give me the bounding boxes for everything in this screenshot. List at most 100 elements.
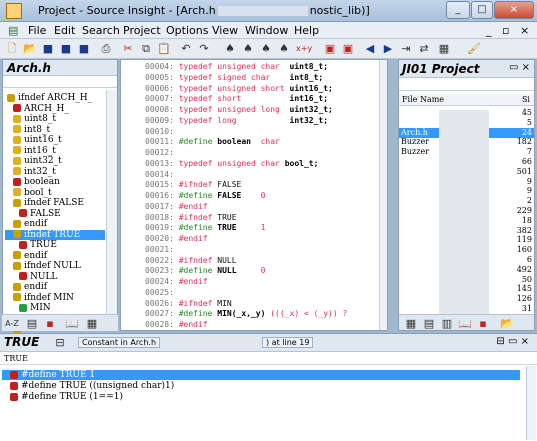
code-line: 00006: typedef unsigned short uint16_t; [145, 83, 333, 94]
symbol-item[interactable]: uint32_t [5, 156, 105, 166]
back-icon[interactable]: ◀ [362, 41, 378, 56]
undo-icon[interactable]: ↶ [178, 41, 194, 56]
close-button[interactable]: × [494, 1, 534, 19]
menu-project[interactable]: Project [123, 24, 161, 37]
symbol-item[interactable]: ARCH_H_ [5, 104, 105, 114]
sort-az-icon[interactable]: A-Z [4, 316, 20, 331]
code-editor[interactable]: 00004: typedef unsigned char uint8_t; 000… [120, 59, 388, 331]
copy-icon[interactable]: ⧉ [138, 41, 154, 56]
project-options-icon[interactable]: 📂 [499, 316, 515, 330]
open-folder-icon[interactable]: 📂 [22, 41, 38, 56]
symbol-item[interactable]: FALSE [5, 209, 105, 219]
bookmark-list-icon[interactable]: ▣ [340, 41, 356, 56]
symbol-icon[interactable]: ▦ [436, 41, 452, 56]
symbol-item[interactable]: int8_t [5, 125, 105, 135]
find-next-icon[interactable]: ♠ [240, 41, 256, 56]
menu-view[interactable]: View [212, 24, 238, 37]
maximize-button[interactable]: □ [471, 1, 493, 19]
context-search-field[interactable]: TRUE [0, 353, 537, 365]
file-size: 126 [516, 294, 532, 304]
symbol-item[interactable]: int16_t [5, 146, 105, 156]
paste-icon[interactable]: 📋 [156, 41, 172, 56]
symbol-item[interactable]: endif [5, 251, 105, 261]
code-line: 00008: typedef unsigned long uint32_t; [145, 104, 333, 115]
project-window-controls[interactable]: ▭ × [509, 62, 530, 73]
bookmark-icon[interactable]: ▣ [322, 41, 338, 56]
list-view-icon[interactable]: ▤ [24, 316, 40, 331]
project-folders-icon[interactable]: ▥ [439, 316, 455, 330]
mdi-minimize-button[interactable]: _ [486, 24, 492, 37]
menu-options[interactable]: Options [166, 24, 208, 37]
menu-edit[interactable]: Edit [54, 24, 75, 37]
close-file-icon[interactable]: ■ [76, 41, 92, 56]
code-line: 00027: #define MIN(_x,_y) (((_x) < (_y))… [145, 308, 347, 319]
define-icon [19, 272, 27, 280]
symbol-item[interactable]: TRUE [5, 240, 105, 250]
context-scrollbar[interactable] [526, 366, 536, 440]
mdi-close-button[interactable]: × [520, 24, 529, 37]
project-filter-input[interactable] [399, 79, 534, 91]
symbol-item[interactable]: MIN [5, 303, 105, 313]
find-files-icon[interactable]: ♠ [276, 41, 292, 56]
replace-icon[interactable]: x+y [296, 41, 312, 56]
symbol-item[interactable]: boolean [5, 177, 105, 187]
symbol-item[interactable]: bool_t [5, 188, 105, 198]
column-size[interactable]: Si [522, 95, 530, 104]
context-result[interactable]: #define TRUE ((unsigned char)1) [2, 381, 520, 391]
line-number: 00025: [145, 287, 179, 297]
menu-search[interactable]: Search [82, 24, 120, 37]
symbol-item[interactable]: int32_t [5, 167, 105, 177]
browse-icon[interactable]: ⇄ [416, 41, 432, 56]
menu-window[interactable]: Window [245, 24, 288, 37]
save-icon[interactable]: ■ [40, 41, 56, 56]
forward-icon[interactable]: ▶ [380, 41, 396, 56]
project-files-icon[interactable]: ▦ [403, 316, 419, 330]
context-result-text: #define TRUE ((unsigned char)1) [21, 381, 175, 391]
categories-icon[interactable]: ▪ [42, 316, 58, 331]
symbol-item[interactable]: ifndef FALSE [5, 198, 105, 208]
symbol-item[interactable]: uint16_t [5, 135, 105, 145]
find-prev-icon[interactable]: ♠ [258, 41, 274, 56]
symbol-label: ifndef FALSE [24, 198, 84, 208]
line-number: 00005: [145, 72, 179, 82]
file-name: Buzzer [401, 147, 430, 157]
symbol-item[interactable]: uint8_t [5, 114, 105, 124]
type-icon [13, 188, 21, 196]
project-categories-icon[interactable]: ▪ [475, 316, 491, 330]
column-file-name[interactable]: File Name [402, 95, 444, 104]
context-lock-icon[interactable]: ⊟ [52, 335, 68, 350]
file-size: 18 [521, 215, 532, 225]
symbol-item[interactable]: ifndef NULL [5, 261, 105, 271]
find-icon[interactable]: ♠ [222, 41, 238, 56]
symbol-item[interactable]: endif [5, 219, 105, 229]
context-result[interactable]: #define TRUE (1==1) [2, 392, 520, 402]
symbol-item[interactable]: ifndef TRUE [5, 229, 105, 240]
redo-icon[interactable]: ↷ [196, 41, 212, 56]
menu-file[interactable]: File [28, 24, 46, 37]
cut-icon[interactable]: ✂ [120, 41, 136, 56]
context-result[interactable]: #define TRUE 1 [2, 370, 520, 380]
menu-help[interactable]: Help [294, 24, 319, 37]
editor-scrollbar[interactable] [379, 60, 387, 330]
paint-icon[interactable]: 🖌 [466, 41, 482, 56]
symbol-scrollbar[interactable] [106, 90, 117, 330]
symbol-options-icon[interactable]: ▦ [84, 316, 100, 331]
jump-icon[interactable]: ⇥ [398, 41, 414, 56]
file-list-header: File Name Si [399, 94, 534, 106]
symbol-item[interactable]: endif [5, 282, 105, 292]
mdi-restore-button[interactable]: ▫ [502, 24, 509, 37]
symbol-item[interactable]: ifndef ARCH_H_ [5, 93, 105, 103]
project-symbols-icon[interactable]: ▤ [421, 316, 437, 330]
symbol-filter-input[interactable] [3, 76, 117, 88]
context-window-controls[interactable]: ⊟ ▭ × [496, 336, 529, 347]
symbol-item[interactable]: ifndef MIN [5, 293, 105, 303]
code-token: TRUE [217, 223, 237, 233]
save-all-icon[interactable]: ■ [58, 41, 74, 56]
new-file-icon[interactable]: 🗋 [4, 41, 20, 56]
symbol-item[interactable]: NULL [5, 272, 105, 282]
browse-symbol-icon[interactable]: 📖 [64, 316, 80, 331]
type-icon [13, 135, 21, 144]
project-browse-icon[interactable]: 📖 [457, 316, 473, 330]
minimize-button[interactable]: _ [446, 1, 470, 19]
print-icon[interactable]: ⎙ [98, 41, 114, 56]
